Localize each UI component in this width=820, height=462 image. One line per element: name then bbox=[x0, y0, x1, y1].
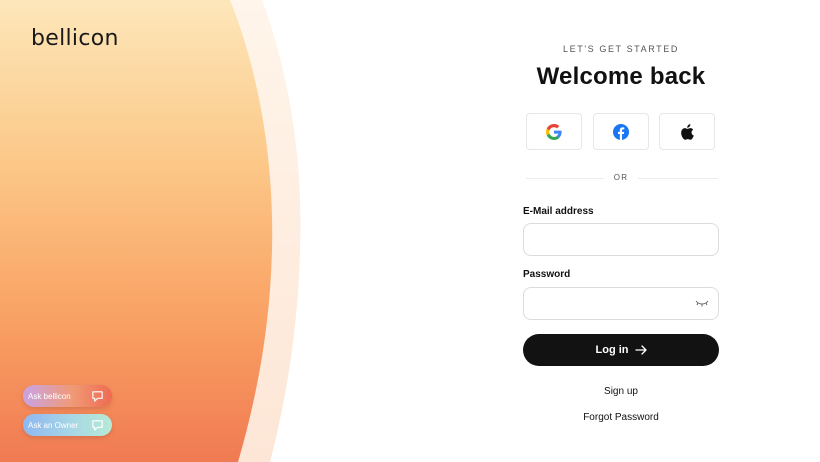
login-button-label: Log in bbox=[595, 344, 629, 356]
divider-right bbox=[638, 178, 718, 179]
password-field[interactable] bbox=[523, 287, 719, 320]
chat-bubble-icon bbox=[92, 419, 103, 431]
ask-bellicon-label: Ask bellicon bbox=[28, 391, 71, 401]
facebook-icon bbox=[613, 123, 629, 140]
ask-owner-button[interactable]: Ask an Owner bbox=[23, 414, 112, 436]
google-login-button[interactable] bbox=[526, 113, 582, 150]
ask-bellicon-button[interactable]: Ask bellicon bbox=[23, 385, 112, 407]
password-label: Password bbox=[523, 269, 571, 280]
email-field[interactable] bbox=[523, 223, 719, 256]
bellicon-logo[interactable]: bellicon bbox=[31, 26, 119, 51]
login-eyebrow: LET'S GET STARTED bbox=[563, 44, 679, 54]
toggle-password-visibility-icon[interactable] bbox=[695, 298, 709, 308]
forgot-password-link[interactable]: Forgot Password bbox=[522, 412, 720, 423]
facebook-login-button[interactable] bbox=[593, 113, 649, 150]
signup-link[interactable]: Sign up bbox=[522, 386, 720, 397]
arrow-right-icon bbox=[634, 345, 647, 355]
chat-bubble-icon bbox=[92, 390, 103, 402]
page-title: Welcome back bbox=[536, 63, 706, 90]
google-icon bbox=[546, 123, 562, 140]
email-label: E-Mail address bbox=[523, 206, 594, 217]
apple-login-button[interactable] bbox=[659, 113, 715, 150]
ask-owner-label: Ask an Owner bbox=[28, 420, 79, 430]
apple-icon bbox=[681, 123, 694, 140]
login-button[interactable]: Log in bbox=[523, 334, 719, 366]
